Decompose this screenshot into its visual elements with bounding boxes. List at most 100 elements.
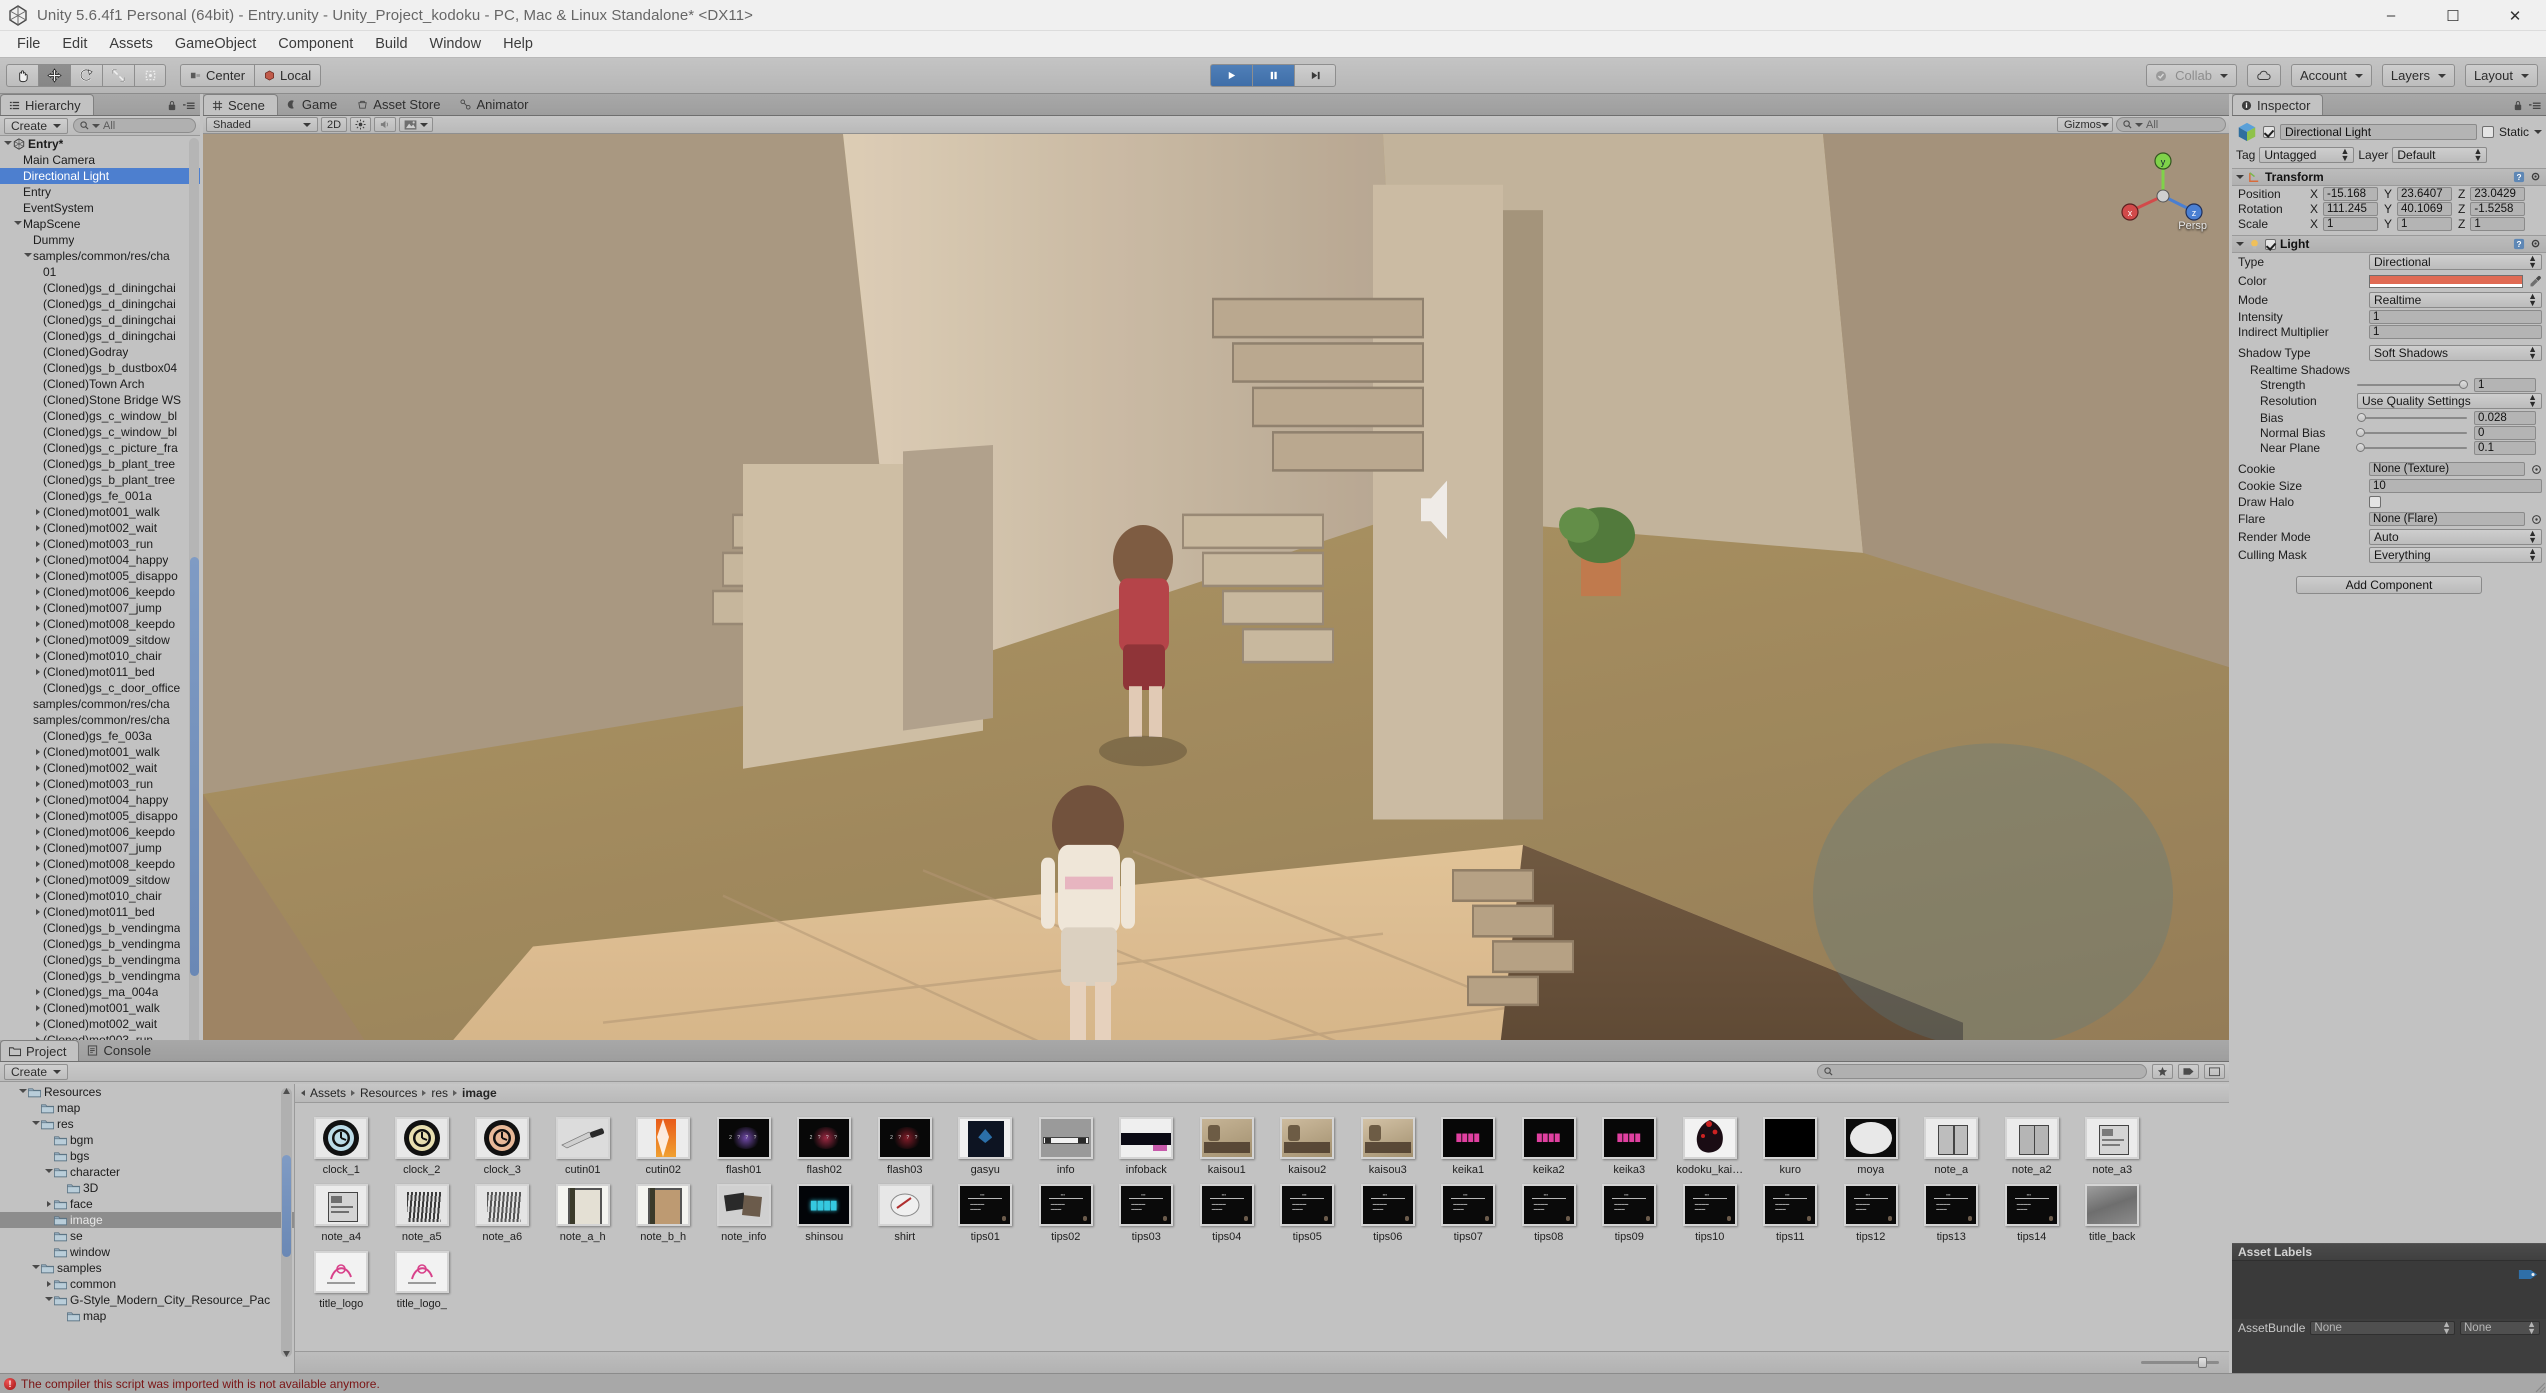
tree-twisty[interactable] [43,1169,54,1176]
asset-thumbnail[interactable]: ████ [797,1184,851,1226]
asset-thumbnail[interactable] [1200,1117,1254,1159]
hierarchy-item[interactable]: (Cloned)gs_b_plant_tree [0,456,200,472]
hierarchy-item[interactable]: (Cloned)mot001_walk [0,744,200,760]
light-mode-dropdown[interactable]: Realtime ▲▼ [2369,292,2542,308]
hierarchy-item[interactable]: (Cloned)mot007_jump [0,840,200,856]
hierarchy-item[interactable]: (Cloned)mot003_run [0,776,200,792]
object-name-field[interactable]: Directional Light [2280,124,2477,140]
hierarchy-item[interactable]: (Cloned)mot011_bed [0,664,200,680]
collapse-chevron-icon[interactable] [2236,242,2244,246]
space-mode-button[interactable]: Local [254,64,321,87]
asset-thumbnail[interactable] [636,1117,690,1159]
asset-item[interactable]: note_a3 [2072,1111,2153,1176]
shadow-normal-bias-input[interactable]: 0 [2474,426,2536,440]
hierarchy-item[interactable]: MapScene [0,216,200,232]
asset-item[interactable]: kuro [1750,1111,1831,1176]
asset-item[interactable]: info [1026,1111,1107,1176]
hierarchy-item[interactable]: (Cloned)gs_fe_001a [0,488,200,504]
asset-item[interactable]: ████shinsou [784,1178,865,1243]
project-tree-item[interactable]: G-Style_Modern_City_Resource_Pac [0,1292,294,1308]
hierarchy-item[interactable]: (Cloned)mot009_sitdow [0,632,200,648]
hierarchy-item[interactable]: 01 [0,264,200,280]
asset-thumbnail[interactable]: ▪▪▪▬▬▬▬▬▬▬ [1441,1184,1495,1226]
object-enabled-checkbox[interactable] [2263,126,2275,138]
asset-item[interactable]: kaisou3 [1348,1111,1429,1176]
layout-dropdown[interactable]: Layout [2465,64,2538,87]
asset-item[interactable]: ▪▪▪▬▬▬▬▬▬▬tips01 [945,1178,1026,1243]
add-component-button[interactable]: Add Component [2296,576,2482,594]
hierarchy-item[interactable]: samples/common/res/cha [0,696,200,712]
transform-component-header[interactable]: Transform ? [2232,168,2546,186]
asset-item[interactable]: kaisou2 [1267,1111,1348,1176]
hierarchy-item[interactable]: (Cloned)gs_d_diningchai [0,296,200,312]
asset-item[interactable]: title_back [2072,1178,2153,1243]
project-tree-item[interactable]: res [0,1116,294,1132]
tree-twisty[interactable] [32,1005,43,1011]
hierarchy-item[interactable]: Directional Light [0,168,200,184]
project-tree-item[interactable]: character [0,1164,294,1180]
asset-item[interactable]: ▪▪▪▬▬▬▬▬▬▬tips03 [1106,1178,1187,1243]
hierarchy-item[interactable]: (Cloned)mot005_disappo [0,808,200,824]
shadow-bias-input[interactable]: 0.028 [2474,411,2536,425]
tree-twisty[interactable] [32,909,43,915]
tree-twisty[interactable] [32,589,43,595]
hierarchy-item[interactable]: (Cloned)mot006_keepdo [0,824,200,840]
gear-icon[interactable] [2530,171,2542,183]
breadcrumb-back-icon[interactable] [301,1090,305,1096]
project-tree-item[interactable]: map [0,1100,294,1116]
hierarchy-item[interactable]: (Cloned)mot004_happy [0,792,200,808]
menu-gameobject[interactable]: GameObject [164,33,267,55]
asset-thumbnail[interactable] [1361,1117,1415,1159]
scene-audio-toggle[interactable] [374,117,396,132]
project-search-input[interactable] [1817,1064,2147,1079]
scroll-down-arrow-icon[interactable] [282,1349,291,1359]
lock-icon[interactable] [2513,100,2523,111]
tab-hierarchy[interactable]: Hierarchy [0,94,94,115]
asset-item[interactable]: cutin01 [543,1111,624,1176]
tree-twisty[interactable] [32,877,43,883]
hierarchy-item[interactable]: (Cloned)Town Arch [0,376,200,392]
asset-thumbnail[interactable]: 2 ? ? ? [878,1117,932,1159]
gear-icon[interactable] [2530,238,2542,250]
cookie-object-field[interactable]: None (Texture) [2369,462,2525,476]
hierarchy-item[interactable]: (Cloned)mot001_walk [0,1000,200,1016]
project-folder-tree[interactable]: Resourcesmapresbgmbgscharacter3Dfaceimag… [0,1084,294,1373]
asset-thumbnail[interactable] [314,1117,368,1159]
breadcrumb-item[interactable]: res [431,1086,448,1100]
asset-thumbnail[interactable] [395,1184,449,1226]
object-picker-icon[interactable] [2531,464,2542,475]
hierarchy-scroll-thumb[interactable] [190,557,199,976]
asset-item[interactable]: ████keika1 [1428,1111,1509,1176]
asset-item[interactable]: ▪▪▪▬▬▬▬▬▬▬tips14 [1992,1178,2073,1243]
tree-twisty[interactable] [32,781,43,787]
tree-twisty[interactable] [32,797,43,803]
asset-thumbnail[interactable] [2085,1184,2139,1226]
asset-thumbnail[interactable]: ▪▪▪▬▬▬▬▬▬▬ [1119,1184,1173,1226]
tree-twisty[interactable] [43,1281,54,1287]
tree-twisty[interactable] [32,605,43,611]
project-create-button[interactable]: Create [4,1064,68,1080]
tree-twisty[interactable] [2,141,13,148]
tree-twisty[interactable] [32,749,43,755]
panel-menu-icon[interactable] [2529,101,2541,111]
asset-item[interactable]: clock_3 [462,1111,543,1176]
hierarchy-item[interactable]: (Cloned)gs_d_diningchai [0,312,200,328]
project-tree-item[interactable]: map [0,1308,294,1324]
tree-twisty[interactable] [32,637,43,643]
cloud-button[interactable] [2247,64,2281,87]
asset-zoom-slider[interactable] [2141,1361,2219,1364]
flare-object-field[interactable]: None (Flare) [2369,512,2525,526]
collapse-chevron-icon[interactable] [2236,175,2244,179]
asset-thumbnail[interactable]: ▪▪▪▬▬▬▬▬▬▬ [1602,1184,1656,1226]
asset-item[interactable]: kodoku_kai… [1670,1111,1751,1176]
tab-inspector[interactable]: Inspector [2232,94,2323,115]
lock-icon[interactable] [167,100,177,111]
asset-thumbnail[interactable]: ▪▪▪▬▬▬▬▬▬▬ [1924,1184,1978,1226]
hierarchy-item[interactable]: (Cloned)mot002_wait [0,1016,200,1032]
asset-thumbnail[interactable]: 2 ? ? ? [797,1117,851,1159]
asset-item[interactable]: ▪▪▪▬▬▬▬▬▬▬tips07 [1428,1178,1509,1243]
asset-thumbnail[interactable] [556,1117,610,1159]
tag-dropdown[interactable]: Untagged ▲▼ [2259,147,2354,163]
hand-tool-button[interactable] [6,64,38,87]
asset-item[interactable]: ▪▪▪▬▬▬▬▬▬▬tips12 [1831,1178,1912,1243]
